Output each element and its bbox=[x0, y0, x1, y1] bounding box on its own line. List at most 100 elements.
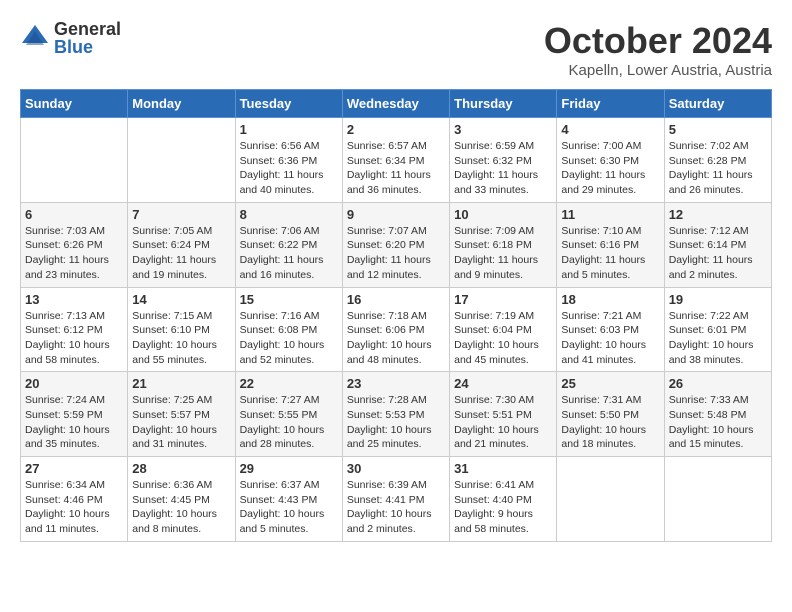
calendar-week-2: 6 Sunrise: 7:03 AMSunset: 6:26 PMDaylight… bbox=[21, 202, 772, 287]
calendar-week-5: 27Sunrise: 6:34 AMSunset: 4:46 PMDayligh… bbox=[21, 457, 772, 542]
day-info: Sunrise: 7:31 AMSunset: 5:50 PMDaylight:… bbox=[561, 393, 659, 452]
month-title: October 2024 bbox=[544, 20, 772, 62]
day-info: Sunrise: 6:36 AMSunset: 4:45 PMDaylight:… bbox=[132, 478, 230, 537]
calendar-week-3: 13Sunrise: 7:13 AMSunset: 6:12 PMDayligh… bbox=[21, 287, 772, 372]
day-info: Sunrise: 6:57 AMSunset: 6:34 PMDaylight:… bbox=[347, 139, 445, 198]
calendar-day-14: 14 Sunrise: 7:15 AMSunset: 6:10 PMDayligh… bbox=[128, 287, 235, 372]
weekday-header-friday: Friday bbox=[557, 90, 664, 118]
day-info: Sunrise: 6:39 AMSunset: 4:41 PMDaylight:… bbox=[347, 478, 445, 537]
weekday-header-wednesday: Wednesday bbox=[342, 90, 449, 118]
day-number: 9 bbox=[347, 207, 445, 222]
day-number: 15 bbox=[240, 292, 338, 307]
calendar-day-9: 9 Sunrise: 7:07 AMSunset: 6:20 PMDaylight… bbox=[342, 202, 449, 287]
day-number: 16 bbox=[347, 292, 445, 307]
day-info: Sunrise: 7:03 AMSunset: 6:26 PMDaylight:… bbox=[25, 224, 123, 283]
day-number: 25 bbox=[561, 376, 659, 391]
day-number: 4 bbox=[561, 122, 659, 137]
day-number: 24 bbox=[454, 376, 552, 391]
day-info: Sunrise: 6:34 AMSunset: 4:46 PMDaylight:… bbox=[25, 478, 123, 537]
calendar-day-1: 1Sunrise: 6:56 AMSunset: 6:36 PMDaylight… bbox=[235, 118, 342, 203]
calendar-day-16: 16Sunrise: 7:18 AMSunset: 6:06 PMDayligh… bbox=[342, 287, 449, 372]
day-info: Sunrise: 6:59 AMSunset: 6:32 PMDaylight:… bbox=[454, 139, 552, 198]
logo-general: General bbox=[54, 20, 121, 38]
day-number: 10 bbox=[454, 207, 552, 222]
calendar-empty-cell bbox=[128, 118, 235, 203]
day-number: 21 bbox=[132, 376, 230, 391]
calendar-day-20: 20Sunrise: 7:24 AMSunset: 5:59 PMDayligh… bbox=[21, 372, 128, 457]
calendar-week-1: 1Sunrise: 6:56 AMSunset: 6:36 PMDaylight… bbox=[21, 118, 772, 203]
day-info: Sunrise: 7:07 AMSunset: 6:20 PMDaylight:… bbox=[347, 224, 445, 283]
calendar-day-13: 13Sunrise: 7:13 AMSunset: 6:12 PMDayligh… bbox=[21, 287, 128, 372]
day-number: 11 bbox=[561, 207, 659, 222]
calendar-day-31: 31Sunrise: 6:41 AMSunset: 4:40 PMDayligh… bbox=[450, 457, 557, 542]
calendar-day-24: 24 Sunrise: 7:30 AMSunset: 5:51 PMDayligh… bbox=[450, 372, 557, 457]
calendar-day-18: 18 Sunrise: 7:21 AMSunset: 6:03 PMDayligh… bbox=[557, 287, 664, 372]
calendar-day-15: 15 Sunrise: 7:16 AMSunset: 6:08 PMDayligh… bbox=[235, 287, 342, 372]
weekday-header-sunday: Sunday bbox=[21, 90, 128, 118]
logo-text: General Blue bbox=[54, 20, 121, 56]
calendar-day-7: 7 Sunrise: 7:05 AMSunset: 6:24 PMDaylight… bbox=[128, 202, 235, 287]
day-info: Sunrise: 7:33 AMSunset: 5:48 PMDaylight:… bbox=[669, 393, 767, 452]
day-number: 29 bbox=[240, 461, 338, 476]
day-info: Sunrise: 7:21 AMSunset: 6:03 PMDaylight:… bbox=[561, 309, 659, 368]
calendar-day-6: 6 Sunrise: 7:03 AMSunset: 6:26 PMDaylight… bbox=[21, 202, 128, 287]
day-number: 14 bbox=[132, 292, 230, 307]
day-number: 2 bbox=[347, 122, 445, 137]
calendar-day-29: 29 Sunrise: 6:37 AMSunset: 4:43 PMDayligh… bbox=[235, 457, 342, 542]
day-info: Sunrise: 7:16 AMSunset: 6:08 PMDaylight:… bbox=[240, 309, 338, 368]
calendar-day-21: 21Sunrise: 7:25 AMSunset: 5:57 PMDayligh… bbox=[128, 372, 235, 457]
day-info: Sunrise: 7:27 AMSunset: 5:55 PMDaylight:… bbox=[240, 393, 338, 452]
day-number: 18 bbox=[561, 292, 659, 307]
day-info: Sunrise: 6:56 AMSunset: 6:36 PMDaylight:… bbox=[240, 139, 338, 198]
calendar-table: SundayMondayTuesdayWednesdayThursdayFrid… bbox=[20, 89, 772, 542]
weekday-header-tuesday: Tuesday bbox=[235, 90, 342, 118]
day-info: Sunrise: 7:28 AMSunset: 5:53 PMDaylight:… bbox=[347, 393, 445, 452]
day-info: Sunrise: 7:15 AMSunset: 6:10 PMDaylight:… bbox=[132, 309, 230, 368]
day-number: 23 bbox=[347, 376, 445, 391]
day-number: 3 bbox=[454, 122, 552, 137]
calendar-empty-cell bbox=[21, 118, 128, 203]
day-info: Sunrise: 7:10 AMSunset: 6:16 PMDaylight:… bbox=[561, 224, 659, 283]
day-number: 5 bbox=[669, 122, 767, 137]
page-header: General Blue October 2024 Kapelln, Lower… bbox=[20, 20, 772, 79]
day-number: 22 bbox=[240, 376, 338, 391]
day-number: 31 bbox=[454, 461, 552, 476]
calendar-day-30: 30 Sunrise: 6:39 AMSunset: 4:41 PMDayligh… bbox=[342, 457, 449, 542]
calendar-day-17: 17 Sunrise: 7:19 AMSunset: 6:04 PMDayligh… bbox=[450, 287, 557, 372]
calendar-empty-cell bbox=[664, 457, 771, 542]
day-number: 6 bbox=[25, 207, 123, 222]
logo-blue: Blue bbox=[54, 38, 121, 56]
day-info: Sunrise: 7:30 AMSunset: 5:51 PMDaylight:… bbox=[454, 393, 552, 452]
day-number: 7 bbox=[132, 207, 230, 222]
calendar-day-4: 4 Sunrise: 7:00 AMSunset: 6:30 PMDaylight… bbox=[557, 118, 664, 203]
calendar-day-19: 19Sunrise: 7:22 AMSunset: 6:01 PMDayligh… bbox=[664, 287, 771, 372]
calendar-week-4: 20Sunrise: 7:24 AMSunset: 5:59 PMDayligh… bbox=[21, 372, 772, 457]
location: Kapelln, Lower Austria, Austria bbox=[544, 62, 772, 79]
logo-icon bbox=[20, 23, 50, 53]
calendar-day-28: 28Sunrise: 6:36 AMSunset: 4:45 PMDayligh… bbox=[128, 457, 235, 542]
day-number: 26 bbox=[669, 376, 767, 391]
day-number: 12 bbox=[669, 207, 767, 222]
day-info: Sunrise: 7:00 AMSunset: 6:30 PMDaylight:… bbox=[561, 139, 659, 198]
day-number: 30 bbox=[347, 461, 445, 476]
title-area: October 2024 Kapelln, Lower Austria, Aus… bbox=[544, 20, 772, 79]
day-number: 17 bbox=[454, 292, 552, 307]
logo: General Blue bbox=[20, 20, 121, 56]
day-number: 13 bbox=[25, 292, 123, 307]
day-info: Sunrise: 7:06 AMSunset: 6:22 PMDaylight:… bbox=[240, 224, 338, 283]
day-info: Sunrise: 7:19 AMSunset: 6:04 PMDaylight:… bbox=[454, 309, 552, 368]
day-info: Sunrise: 7:22 AMSunset: 6:01 PMDaylight:… bbox=[669, 309, 767, 368]
day-info: Sunrise: 6:37 AMSunset: 4:43 PMDaylight:… bbox=[240, 478, 338, 537]
calendar-day-3: 3 Sunrise: 6:59 AMSunset: 6:32 PMDaylight… bbox=[450, 118, 557, 203]
day-info: Sunrise: 7:12 AMSunset: 6:14 PMDaylight:… bbox=[669, 224, 767, 283]
calendar-day-25: 25 Sunrise: 7:31 AMSunset: 5:50 PMDayligh… bbox=[557, 372, 664, 457]
calendar-day-10: 10 Sunrise: 7:09 AMSunset: 6:18 PMDayligh… bbox=[450, 202, 557, 287]
day-number: 8 bbox=[240, 207, 338, 222]
day-info: Sunrise: 7:24 AMSunset: 5:59 PMDaylight:… bbox=[25, 393, 123, 452]
calendar-day-26: 26 Sunrise: 7:33 AMSunset: 5:48 PMDayligh… bbox=[664, 372, 771, 457]
calendar-day-12: 12 Sunrise: 7:12 AMSunset: 6:14 PMDayligh… bbox=[664, 202, 771, 287]
day-info: Sunrise: 7:05 AMSunset: 6:24 PMDaylight:… bbox=[132, 224, 230, 283]
calendar-day-27: 27Sunrise: 6:34 AMSunset: 4:46 PMDayligh… bbox=[21, 457, 128, 542]
day-info: Sunrise: 7:09 AMSunset: 6:18 PMDaylight:… bbox=[454, 224, 552, 283]
calendar-day-23: 23 Sunrise: 7:28 AMSunset: 5:53 PMDayligh… bbox=[342, 372, 449, 457]
